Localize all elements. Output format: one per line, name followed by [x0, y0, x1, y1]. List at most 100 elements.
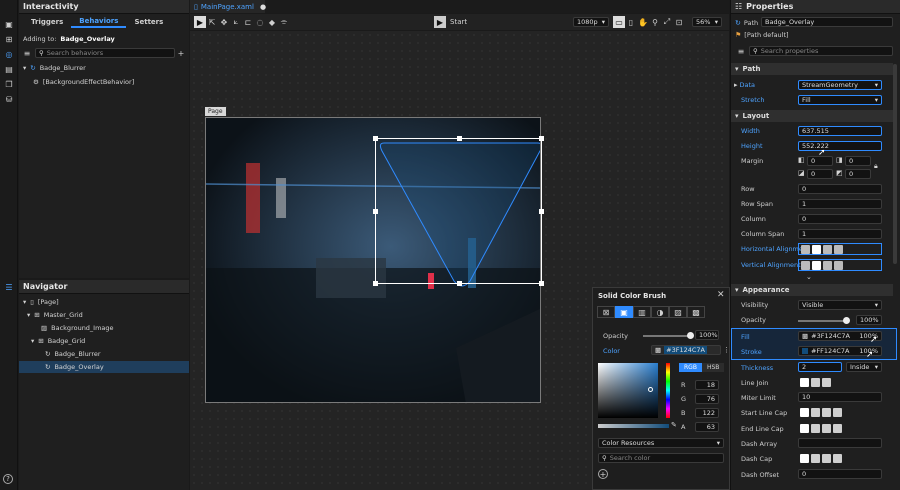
- resize-handle[interactable]: [539, 136, 544, 141]
- cap-square-icon[interactable]: [811, 424, 820, 433]
- row-input[interactable]: 0: [798, 184, 882, 194]
- stretch-select[interactable]: Fill ▾: [798, 95, 882, 105]
- interactivity-icon[interactable]: ◎: [3, 48, 15, 60]
- chevron-right-icon[interactable]: ▸: [734, 81, 738, 89]
- cap-triangle-icon[interactable]: [833, 408, 842, 417]
- join-bevel-icon[interactable]: [811, 378, 820, 387]
- section-path[interactable]: ▾ Path: [731, 63, 893, 75]
- chevron-down-icon[interactable]: ▾: [27, 311, 30, 319]
- channel-input[interactable]: 76: [695, 394, 719, 404]
- filter-icon[interactable]: ≡: [21, 47, 33, 59]
- nav-item-badge-overlay[interactable]: ↻ Badge_Overlay: [19, 361, 189, 373]
- dash-array-input[interactable]: [798, 438, 882, 448]
- color-spectrum[interactable]: [598, 363, 658, 418]
- color-search-input[interactable]: ⚲ Search color: [598, 453, 724, 463]
- margin-bottom-input[interactable]: 0: [845, 169, 871, 179]
- actual-size-icon[interactable]: ⊡: [673, 16, 685, 28]
- hand-icon[interactable]: ✋: [637, 16, 649, 28]
- color-picker-thumb[interactable]: [648, 387, 653, 392]
- no-brush-icon[interactable]: ⊠: [597, 306, 615, 318]
- cap-round-icon[interactable]: [822, 424, 831, 433]
- resize-handle[interactable]: [457, 281, 462, 286]
- help-icon[interactable]: ?: [3, 474, 13, 484]
- tab-behaviors[interactable]: Behaviors: [71, 16, 127, 28]
- thickness-input[interactable]: 2: [798, 362, 842, 372]
- miter-input[interactable]: 10: [798, 392, 882, 402]
- nav-item-page[interactable]: ▾ ▯ [Page]: [23, 296, 59, 308]
- start-label[interactable]: Start: [450, 18, 467, 26]
- zoom-icon[interactable]: ⚲: [649, 16, 661, 28]
- channel-input[interactable]: 122: [695, 408, 719, 418]
- width-input[interactable]: 637.515: [798, 126, 882, 136]
- cap-flat-icon[interactable]: [800, 424, 809, 433]
- resize-handle[interactable]: [373, 136, 378, 141]
- brush-color-input[interactable]: ▩ #3F124C7A: [651, 345, 721, 355]
- section-layout[interactable]: ▾ Layout: [731, 110, 893, 122]
- image-brush-icon[interactable]: ▨: [669, 306, 687, 318]
- channel-input[interactable]: 18: [695, 380, 719, 390]
- data-icon[interactable]: ⛁: [3, 93, 15, 105]
- tab-setters[interactable]: Setters: [126, 16, 171, 28]
- selection-box[interactable]: [373, 136, 544, 286]
- margin-left-input[interactable]: 0: [807, 156, 833, 166]
- fit-icon[interactable]: ⤢: [661, 16, 673, 28]
- align-middle-icon[interactable]: [812, 260, 821, 270]
- data-select[interactable]: StreamGeometry ▾: [798, 80, 882, 90]
- resize-handle[interactable]: [373, 281, 378, 286]
- add-resource-icon[interactable]: +: [598, 469, 608, 479]
- behaviors-search[interactable]: ⚲ Search behaviors: [35, 48, 175, 58]
- mode-rgb[interactable]: RGB: [679, 363, 702, 372]
- dash-offset-input[interactable]: 0: [798, 469, 882, 479]
- radial-gradient-icon[interactable]: ◑: [651, 306, 669, 318]
- cap-flat-icon[interactable]: [800, 454, 809, 463]
- fill-tool-icon[interactable]: ◆: [266, 16, 278, 28]
- nav-item-badge-grid[interactable]: ▾ ⊞ Badge_Grid: [31, 335, 85, 347]
- margin-top-input[interactable]: 0: [845, 156, 871, 166]
- join-miter-icon[interactable]: [800, 378, 809, 387]
- pages-icon[interactable]: ❐: [3, 78, 15, 90]
- navigator-icon[interactable]: ☰: [3, 281, 15, 293]
- close-icon[interactable]: ✕: [717, 290, 725, 300]
- direct-select-icon[interactable]: ⇱: [206, 16, 218, 28]
- opacity-slider[interactable]: [798, 317, 850, 324]
- tree-item-badge-blurrer[interactable]: ▾ ↻ Badge_Blurrer: [23, 62, 86, 74]
- align-center-icon[interactable]: [812, 244, 821, 254]
- ellipse-tool-icon[interactable]: ◌: [254, 16, 266, 28]
- opacity-thumb[interactable]: [843, 317, 850, 324]
- opacity-input[interactable]: 100%: [856, 315, 882, 325]
- rectangle-tool-icon[interactable]: ⊏: [242, 16, 254, 28]
- document-tab[interactable]: ▯ MainPage.xaml ●: [190, 0, 266, 13]
- channel-input[interactable]: 63: [695, 422, 719, 432]
- cap-round-icon[interactable]: [822, 454, 831, 463]
- eyedropper-tool-icon[interactable]: ⌯: [278, 16, 290, 28]
- solid-brush-icon[interactable]: ▣: [615, 306, 633, 318]
- resize-handle[interactable]: [539, 281, 544, 286]
- tablet-view-icon[interactable]: ▯: [625, 16, 637, 28]
- align-bottom-icon[interactable]: [823, 260, 832, 270]
- zoom-select[interactable]: 56% ▾: [692, 17, 722, 27]
- thickness-mode-select[interactable]: Inside ▾: [846, 362, 882, 372]
- cap-square-icon[interactable]: [811, 454, 820, 463]
- chevron-down-icon[interactable]: ▾: [23, 64, 26, 72]
- align-left-icon[interactable]: [801, 244, 810, 254]
- chevron-down-icon[interactable]: ▾: [23, 298, 26, 306]
- join-round-icon[interactable]: [822, 378, 831, 387]
- resize-handle[interactable]: [373, 209, 378, 214]
- row-span-input[interactable]: 1: [798, 199, 882, 209]
- add-icon[interactable]: ⊞: [3, 33, 15, 45]
- resize-handle[interactable]: [539, 209, 544, 214]
- column-input[interactable]: 0: [798, 214, 882, 224]
- assets-icon[interactable]: ▣: [3, 18, 15, 30]
- mode-hsb[interactable]: HSB: [701, 363, 725, 372]
- linear-gradient-icon[interactable]: ▥: [633, 306, 651, 318]
- align-vstretch-icon[interactable]: [834, 260, 843, 270]
- eyedropper-icon[interactable]: ✎: [671, 421, 677, 429]
- select-tool-icon[interactable]: ▶: [194, 16, 206, 28]
- filter-icon[interactable]: ≡: [735, 45, 747, 57]
- brush-opacity-thumb[interactable]: [687, 332, 694, 339]
- brush-opacity-input[interactable]: 100%: [695, 330, 719, 340]
- chevron-down-icon[interactable]: ▾: [31, 337, 34, 345]
- nav-item-master-grid[interactable]: ▾ ⊞ Master_Grid: [27, 309, 83, 321]
- pan-tool-icon[interactable]: ✥: [218, 16, 230, 28]
- brush-opacity-slider[interactable]: [643, 332, 694, 339]
